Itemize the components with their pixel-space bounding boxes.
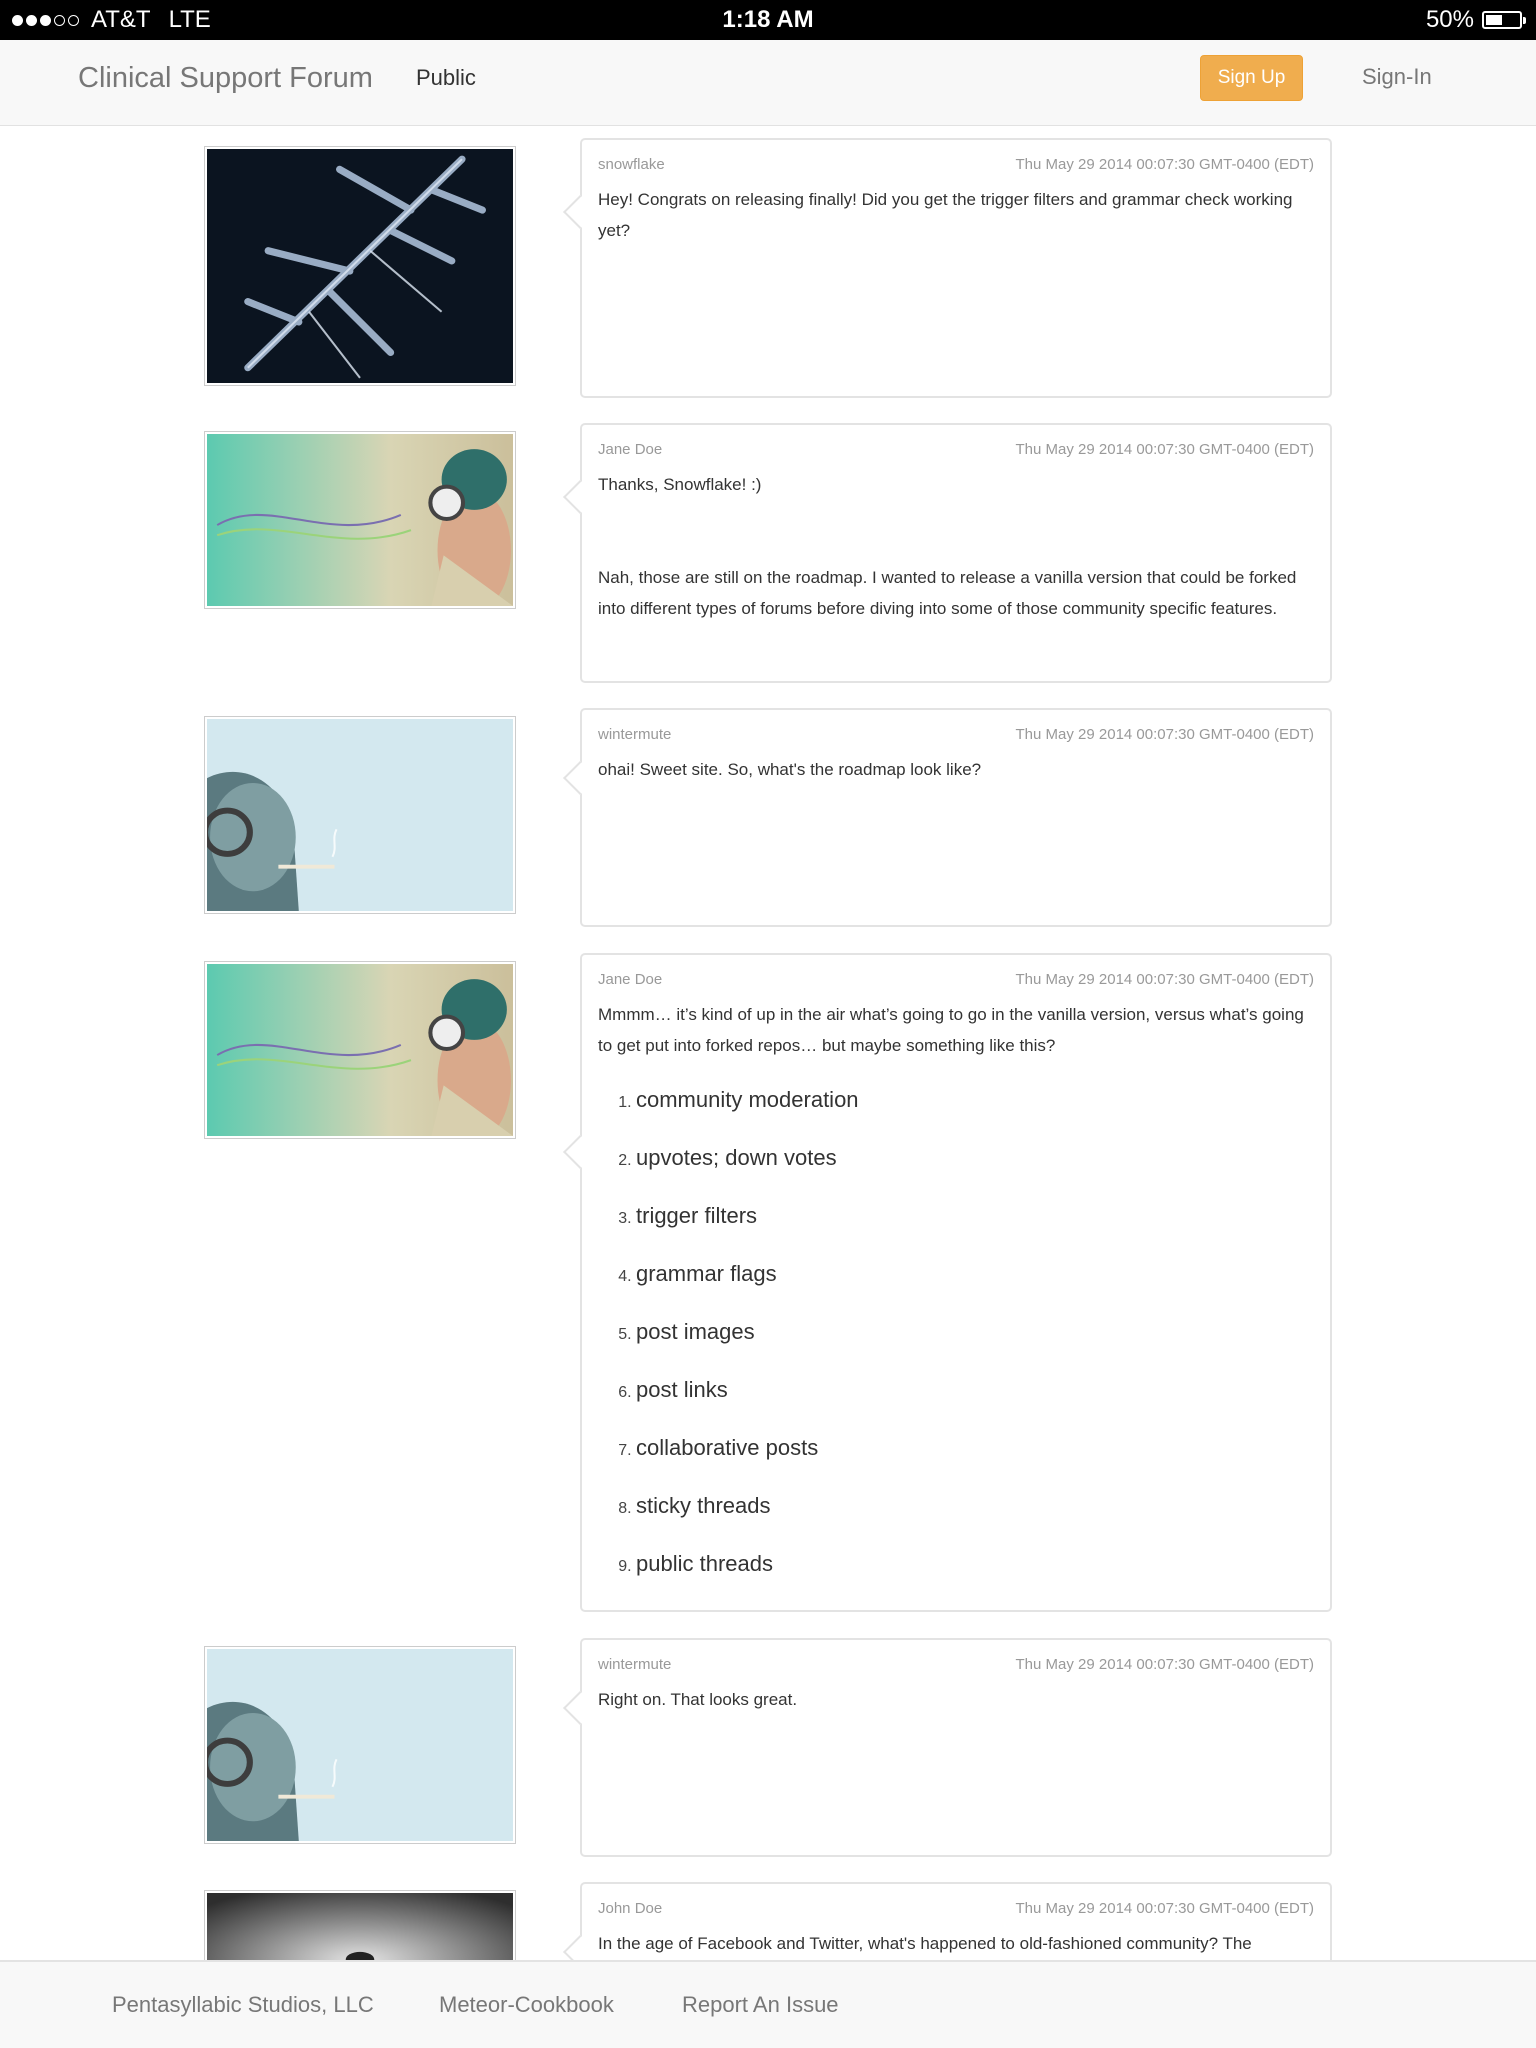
post-text: In the age of Facebook and Twitter, what… — [598, 1934, 1252, 1953]
headphones-character-image — [207, 719, 513, 911]
post-body: Hey! Congrats on releasing finally! Did … — [598, 184, 1306, 246]
post-author[interactable]: snowflake — [598, 156, 665, 173]
list-item: grammar flags — [636, 1245, 1306, 1303]
post-author[interactable]: Jane Doe — [598, 441, 662, 458]
avatar — [204, 1646, 516, 1844]
avatar — [204, 716, 516, 914]
post-body: Mmmm… it’s kind of up in the air what’s … — [598, 999, 1306, 1593]
post-body: In the age of Facebook and Twitter, what… — [598, 1928, 1306, 1959]
snowflake-image — [207, 149, 513, 383]
navbar: Clinical Support Forum Public Sign Up Si… — [0, 40, 1536, 126]
post-body: ohai! Sweet site. So, what's the roadmap… — [598, 754, 1306, 785]
headphones-woman-image — [207, 434, 513, 606]
post-timestamp: Thu May 29 2014 00:07:30 GMT-0400 (EDT) — [1015, 1900, 1314, 1917]
post-card: wintermute Thu May 29 2014 00:07:30 GMT-… — [563, 1638, 1332, 1857]
post-text: Mmmm… it’s kind of up in the air what’s … — [598, 1005, 1304, 1055]
post-author[interactable]: Jane Doe — [598, 971, 662, 988]
headphones-character-image — [207, 1649, 513, 1841]
nav-public-link[interactable]: Public — [416, 65, 476, 91]
post-card: Jane Doe Thu May 29 2014 00:07:30 GMT-04… — [563, 953, 1332, 1612]
list-item: trigger filters — [636, 1187, 1306, 1245]
avatar — [204, 961, 516, 1139]
post-body: Right on. That looks great. — [598, 1684, 1306, 1715]
sign-up-button[interactable]: Sign Up — [1200, 55, 1303, 101]
post-author[interactable]: wintermute — [598, 726, 671, 743]
headphones-woman-image — [207, 964, 513, 1136]
sign-in-link[interactable]: Sign-In — [1362, 64, 1432, 90]
footer-link-cookbook[interactable]: Meteor-Cookbook — [439, 1992, 614, 2018]
status-bar: AT&T LTE 1:18 AM 50% — [0, 0, 1536, 40]
post-text: Right on. That looks great. — [598, 1690, 798, 1709]
post-author[interactable]: John Doe — [598, 1900, 662, 1917]
post-timestamp: Thu May 29 2014 00:07:30 GMT-0400 (EDT) — [1015, 156, 1314, 173]
post-card: snowflake Thu May 29 2014 00:07:30 GMT-0… — [563, 138, 1332, 398]
post-card: Jane Doe Thu May 29 2014 00:07:30 GMT-04… — [563, 423, 1332, 683]
list-item: community moderation — [636, 1071, 1306, 1129]
footer: Pentasyllabic Studios, LLC Meteor-Cookbo… — [0, 1960, 1536, 2048]
post-text: ohai! Sweet site. So, what's the roadmap… — [598, 760, 982, 779]
footer-link-report-issue[interactable]: Report An Issue — [682, 1992, 839, 2018]
list-item: collaborative posts — [636, 1419, 1306, 1477]
list-item: sticky threads — [636, 1477, 1306, 1535]
brand-link[interactable]: Clinical Support Forum — [78, 62, 373, 95]
status-right: 50% — [1425, 6, 1526, 34]
battery-percent: 50% — [1425, 6, 1474, 33]
post-timestamp: Thu May 29 2014 00:07:30 GMT-0400 (EDT) — [1015, 726, 1314, 743]
roadmap-list: community moderation upvotes; down votes… — [598, 1071, 1306, 1593]
footer-link-studio[interactable]: Pentasyllabic Studios, LLC — [112, 1992, 374, 2018]
post-text: Thanks, Snowflake! :) — [598, 475, 762, 494]
post-text: Hey! Congrats on releasing finally! Did … — [598, 190, 1293, 240]
post-timestamp: Thu May 29 2014 00:07:30 GMT-0400 (EDT) — [1015, 441, 1314, 458]
avatar — [204, 431, 516, 609]
battery-icon — [1482, 11, 1526, 29]
post-text: Nah, those are still on the roadmap. I w… — [598, 568, 1297, 618]
post-author[interactable]: wintermute — [598, 1656, 671, 1673]
post-body: Thanks, Snowflake! :) Nah, those are sti… — [598, 469, 1306, 624]
list-item: post images — [636, 1303, 1306, 1361]
list-item: upvotes; down votes — [636, 1129, 1306, 1187]
post-timestamp: Thu May 29 2014 00:07:30 GMT-0400 (EDT) — [1015, 971, 1314, 988]
post-timestamp: Thu May 29 2014 00:07:30 GMT-0400 (EDT) — [1015, 1656, 1314, 1673]
list-item: public threads — [636, 1535, 1306, 1593]
avatar — [204, 146, 516, 386]
post-card: wintermute Thu May 29 2014 00:07:30 GMT-… — [563, 708, 1332, 927]
status-time: 1:18 AM — [722, 6, 814, 33]
list-item: post links — [636, 1361, 1306, 1419]
